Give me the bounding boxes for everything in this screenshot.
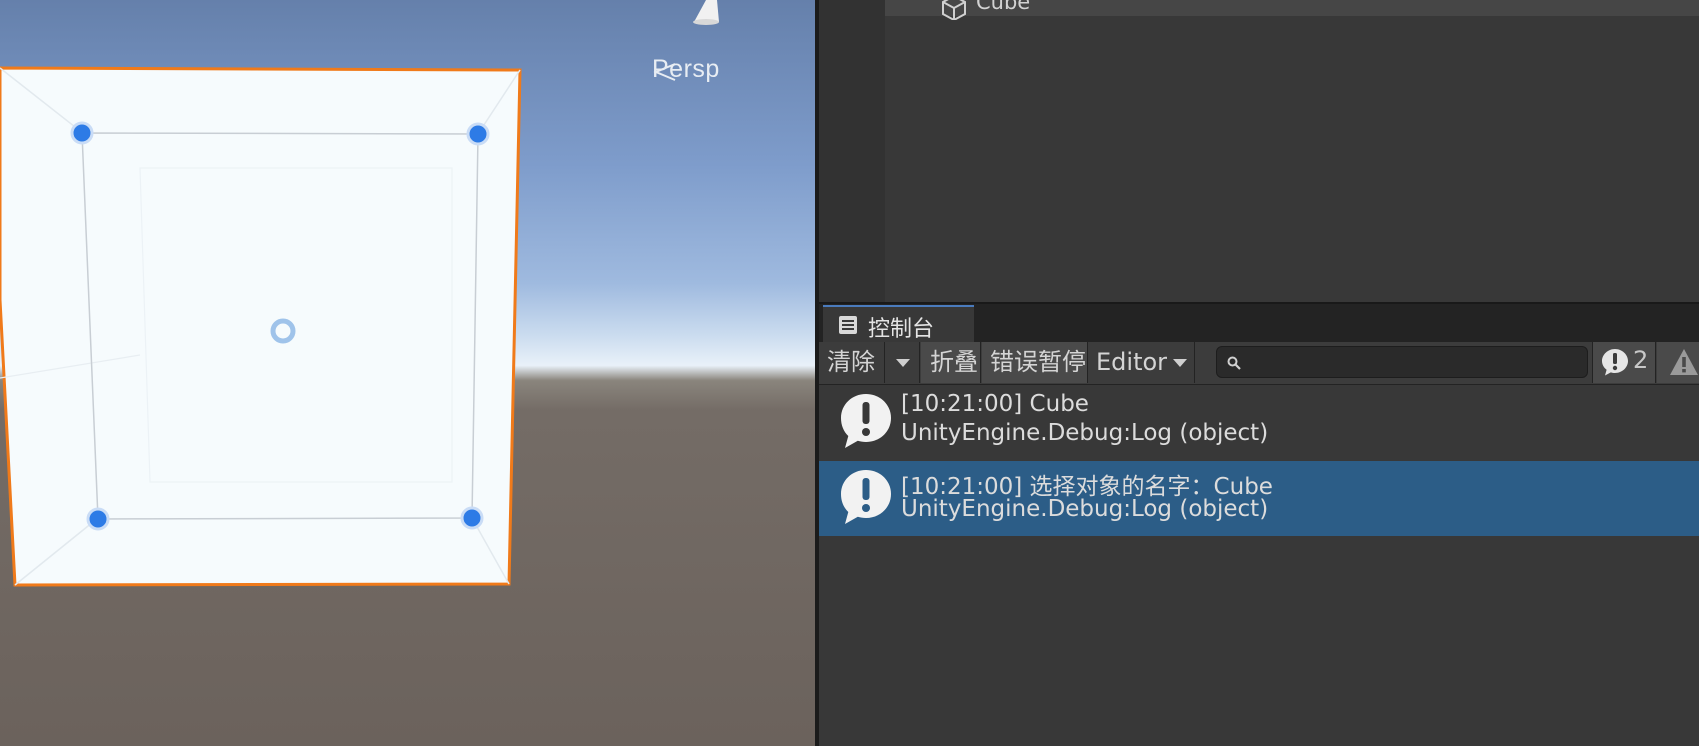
warning-filter-toggle[interactable] [1657,342,1699,383]
search-icon [1227,356,1241,370]
hierarchy-panel [819,0,1699,302]
scene-gizmo-cone-icon [694,0,719,22]
error-filter-toggle[interactable]: 2 [1592,342,1656,383]
console-icon [839,316,857,334]
error-icon [1602,349,1628,376]
log-info-icon [841,394,891,448]
log-message: [10:21:00] Cube [901,391,1089,417]
console-log-list[interactable]: [10:21:00] Cube UnityEngine.Debug:Log (o… [819,385,1699,746]
warning-icon [1670,349,1698,375]
log-stack-trace: UnityEngine.Debug:Log (object) [901,496,1269,522]
scene-canvas[interactable] [0,0,815,746]
selected-cube [0,66,522,587]
hierarchy-item-label[interactable]: Cube [976,0,1030,14]
editor-dropdown-label: Editor [1096,348,1168,376]
collapse-toggle[interactable]: 折叠 [921,342,981,383]
editor-dropdown[interactable]: Editor [1089,342,1195,383]
clear-button-label: 清除 [827,348,875,376]
clear-options-dropdown[interactable] [885,342,920,383]
tab-console[interactable]: 控制台 [823,305,974,342]
error-pause-label: 错误暂停 [990,348,1086,376]
collapse-toggle-label: 折叠 [930,348,978,376]
cube-icon [942,0,966,20]
search-field[interactable] [1216,346,1588,378]
scene-view[interactable]: Persp [0,0,815,746]
search-input[interactable] [1247,349,1581,377]
clear-button[interactable]: 清除 [819,342,885,383]
chevron-down-icon [1173,359,1187,367]
log-entry-selected[interactable]: [10:21:00] 选择对象的名字：Cube UnityEngine.Debu… [819,461,1699,536]
log-info-icon [841,470,891,524]
hierarchy-gutter [819,0,885,302]
log-stack-trace: UnityEngine.Debug:Log (object) [901,420,1269,446]
chevron-down-icon [896,359,910,367]
error-pause-toggle[interactable]: 错误暂停 [982,342,1088,383]
tab-console-label: 控制台 [868,317,935,342]
projection-label[interactable]: Persp [652,55,720,84]
log-entry[interactable]: [10:21:00] Cube UnityEngine.Debug:Log (o… [819,385,1699,460]
error-count: 2 [1633,346,1649,374]
